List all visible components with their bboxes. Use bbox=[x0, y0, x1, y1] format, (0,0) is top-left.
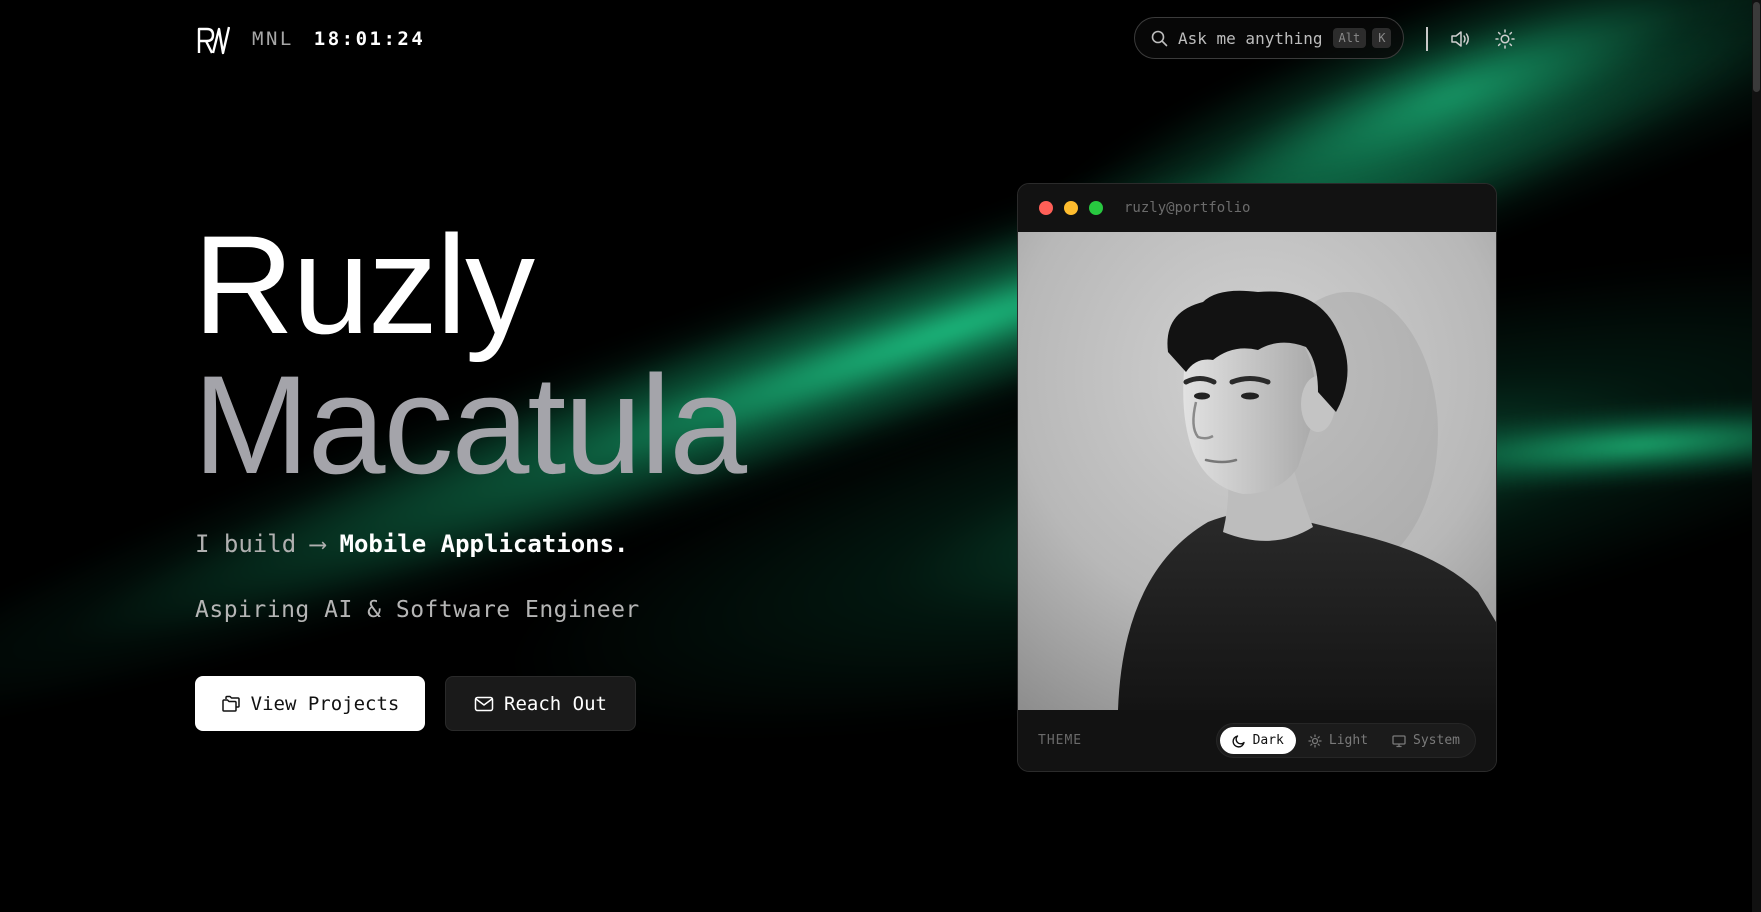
minimize-dot[interactable] bbox=[1064, 201, 1078, 215]
theme-bar: THEME Dark Light System bbox=[1018, 710, 1496, 771]
monitor-icon bbox=[1392, 734, 1406, 747]
theme-option-light[interactable]: Light bbox=[1296, 727, 1380, 754]
portrait-window: ruzly@portfolio THEME Dark Light System bbox=[1017, 183, 1497, 772]
sun-icon bbox=[1495, 29, 1515, 49]
close-dot[interactable] bbox=[1039, 201, 1053, 215]
theme-option-light-label: Light bbox=[1328, 733, 1369, 748]
theme-toggle-button[interactable] bbox=[1494, 28, 1516, 50]
search-placeholder: Ask me anything bbox=[1178, 28, 1323, 48]
subtitle: Aspiring AI & Software Engineer bbox=[195, 597, 640, 623]
volume-icon bbox=[1451, 31, 1469, 47]
search-icon bbox=[1151, 30, 1168, 46]
city-code: MNL bbox=[252, 28, 294, 50]
window-titlebar: ruzly@portfolio bbox=[1018, 184, 1496, 232]
first-name: Ruzly bbox=[193, 206, 535, 363]
clock-time: 18:01:24 bbox=[313, 28, 426, 50]
theme-label: THEME bbox=[1038, 733, 1083, 748]
shortcut-key-alt: Alt bbox=[1332, 28, 1367, 48]
reach-out-button[interactable]: Reach Out bbox=[445, 676, 636, 731]
maximize-dot[interactable] bbox=[1089, 201, 1103, 215]
shortcut-key-k: K bbox=[1372, 28, 1392, 48]
view-projects-button[interactable]: View Projects bbox=[195, 676, 425, 731]
theme-option-dark-label: Dark bbox=[1252, 733, 1284, 748]
theme-option-system[interactable]: System bbox=[1380, 727, 1472, 754]
volume-button[interactable] bbox=[1449, 28, 1471, 50]
moon-icon bbox=[1232, 734, 1245, 748]
window-title: ruzly@portfolio bbox=[1124, 200, 1251, 216]
header-divider bbox=[1426, 27, 1428, 51]
portrait-photo bbox=[1018, 232, 1496, 710]
theme-option-dark[interactable]: Dark bbox=[1219, 727, 1296, 754]
page-scrollbar[interactable] bbox=[1752, 0, 1761, 912]
theme-option-system-label: System bbox=[1413, 733, 1460, 748]
tagline-highlight: Mobile Applications. bbox=[339, 530, 629, 558]
reach-out-label: Reach Out bbox=[504, 692, 607, 715]
logo-icon bbox=[197, 26, 231, 55]
tagline: I build ⟶ Mobile Applications. bbox=[195, 530, 628, 558]
folders-icon bbox=[221, 695, 240, 712]
mail-icon bbox=[474, 696, 494, 711]
theme-switch: Dark Light System bbox=[1215, 723, 1476, 758]
tagline-prefix: I build ⟶ bbox=[195, 530, 326, 558]
logo[interactable] bbox=[196, 24, 231, 56]
scrollbar-thumb[interactable] bbox=[1753, 2, 1760, 92]
hero-name: Ruzly Macatula bbox=[193, 206, 747, 503]
sun-icon bbox=[1308, 733, 1322, 748]
view-projects-label: View Projects bbox=[250, 692, 400, 715]
search-bar[interactable]: Ask me anything Alt K bbox=[1134, 17, 1404, 59]
local-clock: MNL 18:01:24 bbox=[252, 28, 425, 50]
last-name: Macatula bbox=[193, 346, 747, 503]
